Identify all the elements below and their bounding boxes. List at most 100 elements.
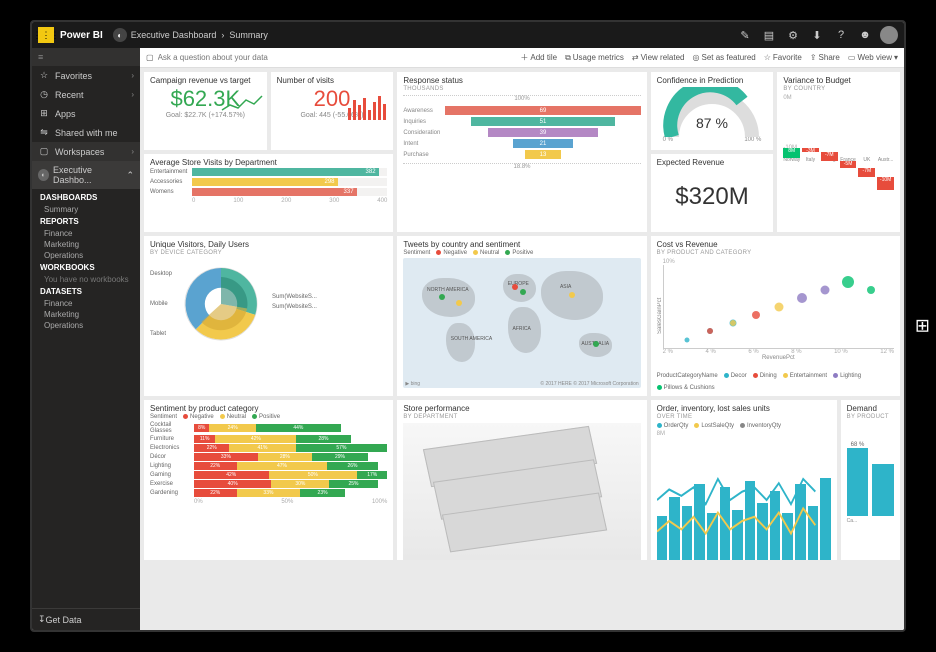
legend-label: Entertainment <box>790 373 827 379</box>
tile-campaign-revenue[interactable]: Campaign revenue vs target $62.3K Goal: … <box>144 72 267 150</box>
set-featured-button[interactable]: ◎Set as featured <box>693 53 756 62</box>
edit-icon[interactable]: ✎ <box>734 24 756 46</box>
usage-metrics-label: Usage metrics <box>573 53 624 62</box>
metrics-icon: ⧉ <box>565 53 571 63</box>
legend-dot <box>473 250 478 255</box>
isometric-store-map <box>403 423 640 560</box>
sidebar-item-apps[interactable]: ⊞Apps <box>32 104 140 123</box>
get-data-button[interactable]: ↧Get Data <box>32 608 140 630</box>
tile-order-inventory[interactable]: Order, inventory, lost sales units OVER … <box>651 400 837 560</box>
sidebar-collapse-button[interactable]: ≡ <box>32 48 140 66</box>
tile-title: Campaign revenue vs target <box>150 76 261 85</box>
tile-subtitle: OVER TIME <box>657 414 831 420</box>
legend-label: Neutral <box>480 250 499 256</box>
pie-cat-label: Mobile <box>150 301 172 307</box>
windows-logo-icon: ⊞ <box>915 316 930 337</box>
tile-subtitle: BY PRODUCT <box>847 414 894 420</box>
qa-icon: ▢ <box>146 53 154 62</box>
download-icon[interactable]: ⬇ <box>806 24 828 46</box>
tile-sentiment[interactable]: Sentiment by product category Sentiment … <box>144 400 393 560</box>
sidebar-item-shared[interactable]: ⇋Shared with me <box>32 123 140 142</box>
tile-tweets[interactable]: Tweets by country and sentiment Sentimen… <box>397 236 646 396</box>
legend-label: Sum(WebsiteS... <box>272 294 317 300</box>
download-icon: ↧ <box>38 614 46 625</box>
tree-item[interactable]: Marketing <box>40 239 140 250</box>
sidebar-item-favorites[interactable]: ☆Favorites› <box>32 66 140 85</box>
legend: Sentiment Negative Neutral Positive <box>150 414 387 420</box>
gauge-chart: 87 % <box>662 87 762 137</box>
share-button[interactable]: ⇪Share <box>810 53 840 62</box>
web-view-button[interactable]: ▭Web view▾ <box>848 53 898 62</box>
stacked-bar-chart: Cocktail Glasses8%24%44%Furniture11%42%2… <box>150 422 387 497</box>
tile-demand[interactable]: Demand BY PRODUCT 68 % Ca... <box>841 400 900 560</box>
breadcrumb-page[interactable]: Summary <box>229 30 268 40</box>
combo-chart <box>657 437 831 560</box>
tile-confidence[interactable]: Confidence in Prediction 87 % 0 %100 % <box>651 72 774 150</box>
smiley-feedback-icon[interactable]: ☻ <box>854 24 876 46</box>
tile-title: Cost vs Revenue <box>657 240 894 249</box>
tile-subtitle: BY DEVICE CATEGORY <box>150 250 387 256</box>
tile-subtitle: BY COUNTRY <box>783 86 894 92</box>
plus-icon: ＋ <box>520 52 528 63</box>
tile-store-visits[interactable]: Average Store Visits by Department Enter… <box>144 154 393 232</box>
tree-head-reports: REPORTS <box>40 215 140 228</box>
main-content: ▢ ＋Add tile ⧉Usage metrics ⇄View related… <box>140 48 904 630</box>
tile-title: Confidence in Prediction <box>657 76 768 85</box>
legend-label: LostSaleQty <box>701 423 734 429</box>
bing-logo: ▶ bing <box>405 381 420 387</box>
user-avatar[interactable] <box>880 26 898 44</box>
help-icon[interactable]: ? <box>830 24 852 46</box>
tile-title: Variance to Budget <box>783 76 894 85</box>
breadcrumb-workspace[interactable]: Executive Dashboard <box>131 30 217 40</box>
axis-label-x: RevenuePct <box>663 355 894 361</box>
tree-item[interactable]: Summary <box>40 204 140 215</box>
sidebar-item-workspaces[interactable]: ▢Workspaces› <box>32 142 140 161</box>
tree-item[interactable]: Marketing <box>40 309 140 320</box>
tile-unique-visitors[interactable]: Unique Visitors, Daily Users BY DEVICE C… <box>144 236 393 396</box>
chevron-up-icon: ⌃ <box>126 170 134 181</box>
qa-input[interactable] <box>158 53 513 62</box>
tree-item[interactable]: Operations <box>40 250 140 261</box>
tile-title: Response status <box>403 76 640 85</box>
tile-title: Average Store Visits by Department <box>150 158 387 167</box>
map-label: NORTH AMERICA <box>427 287 469 293</box>
legend: Sentiment Negative Neutral Positive <box>403 250 640 256</box>
breadcrumb[interactable]: Executive Dashboard › Summary <box>131 30 268 40</box>
add-tile-button[interactable]: ＋Add tile <box>520 52 557 63</box>
tile-store-performance[interactable]: Store performance BY DEPARTMENT <box>397 400 646 560</box>
legend-label: Decor <box>731 373 747 379</box>
usage-metrics-button[interactable]: ⧉Usage metrics <box>565 53 624 63</box>
tree-item[interactable]: Finance <box>40 298 140 309</box>
featured-icon: ◎ <box>693 53 700 62</box>
add-tile-label: Add tile <box>530 53 557 62</box>
legend-title: Sentiment <box>150 414 177 420</box>
dashboard-toolbar: ▢ ＋Add tile ⧉Usage metrics ⇄View related… <box>140 48 904 68</box>
map-label: EUROPE <box>508 281 529 287</box>
legend-label: Positive <box>512 250 533 256</box>
tile-title: Expected Revenue <box>657 158 768 167</box>
tile-variance[interactable]: Variance to Budget BY COUNTRY 0M 8M-3M-7… <box>777 72 900 232</box>
sidebar-workspaces-label: Workspaces <box>55 147 104 157</box>
apps-launcher-icon[interactable]: ⋮⋮⋮ <box>38 27 54 43</box>
sidebar-recent-label: Recent <box>55 90 84 100</box>
view-related-button[interactable]: ⇄View related <box>632 53 685 62</box>
tile-response-status[interactable]: Response status THOUSANDS 100% Awareness… <box>397 72 646 232</box>
legend: OrderQty LostSaleQty InventoryQty <box>657 423 831 429</box>
current-workspace-header[interactable]: ◐Executive Dashbo...⌃ <box>32 161 140 189</box>
legend-label: Negative <box>443 250 467 256</box>
tile-visits[interactable]: Number of visits 200 Goal: 445 (-55.06%) <box>271 72 394 150</box>
settings-gear-icon[interactable]: ⚙ <box>782 24 804 46</box>
sidebar-item-recent[interactable]: ◷Recent› <box>32 85 140 104</box>
tree-item[interactable]: Finance <box>40 228 140 239</box>
web-icon: ▭ <box>848 53 856 62</box>
tile-expected-revenue[interactable]: Expected Revenue $320M <box>651 154 774 232</box>
comments-icon[interactable]: ▤ <box>758 24 780 46</box>
workspaces-icon: ▢ <box>38 146 50 157</box>
sparkline-chart <box>347 90 389 120</box>
tree-item[interactable]: Operations <box>40 320 140 331</box>
favorite-button[interactable]: ☆Favorite <box>764 53 802 62</box>
legend-label: Neutral <box>227 414 246 420</box>
legend-title: Sentiment <box>403 250 430 256</box>
legend-label: InventoryQty <box>747 423 781 429</box>
tile-cost-vs-revenue[interactable]: Cost vs Revenue BY PRODUCT AND CATEGORY … <box>651 236 900 396</box>
